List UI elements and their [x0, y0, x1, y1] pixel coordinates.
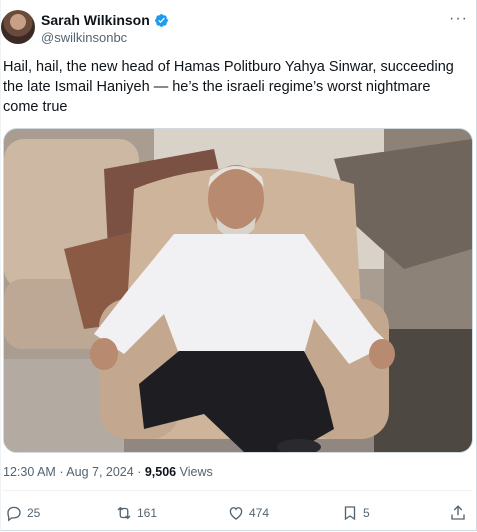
tweet-header: Sarah Wilkinson @swilkinsonbc ··· [1, 8, 477, 48]
action-bar: 25 161 474 5 [1, 504, 477, 528]
bookmark-count: 5 [363, 506, 370, 520]
reply-button[interactable]: 25 [5, 504, 40, 522]
share-button[interactable] [449, 504, 467, 522]
tweet-date[interactable]: Aug 7, 2024 [66, 465, 133, 479]
photo-image [4, 129, 472, 452]
meta-separator: · [59, 465, 64, 479]
reply-count: 25 [27, 506, 41, 520]
divider [3, 490, 473, 491]
repost-count: 161 [137, 506, 158, 520]
verified-badge-icon [154, 13, 168, 27]
repost-button[interactable]: 161 [115, 504, 157, 522]
tweet-meta: 12:30 AM · Aug 7, 2024 · 9,506 Views [3, 465, 213, 479]
share-icon [451, 505, 465, 520]
more-dots-icon[interactable]: ··· [449, 10, 468, 28]
tweet-text: Hail, hail, the new head of Hamas Politb… [3, 59, 454, 115]
tweet-photo[interactable] [3, 128, 473, 453]
repost-icon [117, 506, 131, 520]
bookmark-button[interactable]: 5 [341, 504, 370, 522]
tweet-time[interactable]: 12:30 AM [3, 465, 56, 479]
heart-icon [229, 507, 243, 520]
author-handle[interactable]: @swilkinsonbc [41, 30, 127, 45]
bookmark-icon [344, 506, 356, 521]
meta-separator-2: · [137, 465, 142, 479]
views-count: 9,506 [144, 465, 177, 479]
views-label: Views [179, 465, 213, 479]
like-count: 474 [249, 506, 270, 520]
author-name-row: Sarah Wilkinson [41, 12, 169, 28]
like-button[interactable]: 474 [227, 504, 269, 522]
avatar[interactable] [1, 10, 35, 44]
reply-icon [7, 506, 21, 522]
tweet-card: Sarah Wilkinson @swilkinsonbc ··· Hail, … [0, 0, 477, 531]
author-display-name[interactable]: Sarah Wilkinson [41, 12, 150, 28]
